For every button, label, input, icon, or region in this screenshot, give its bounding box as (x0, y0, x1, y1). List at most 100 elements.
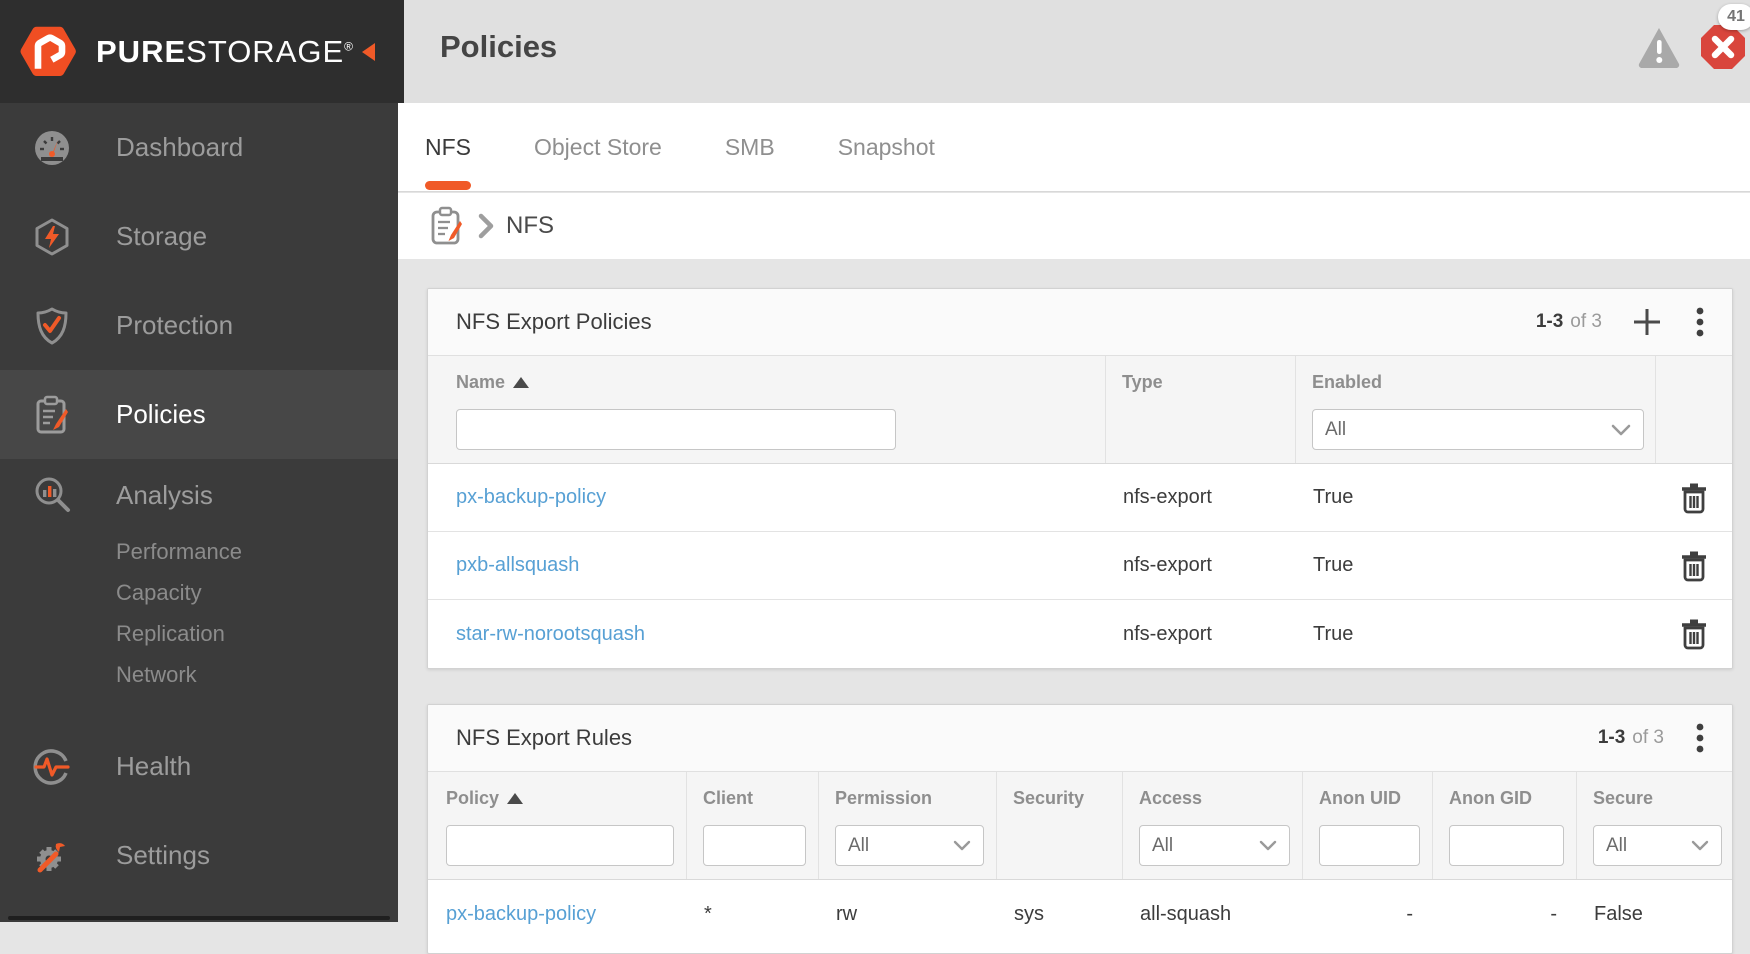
column-anon-gid: Anon GID (1433, 772, 1577, 879)
cell-enabled: True (1296, 486, 1656, 509)
table-row: star-rw-norootsquash nfs-export True (428, 600, 1732, 668)
permission-filter-select[interactable]: All (835, 825, 984, 866)
row-count-total: of 3 (1570, 311, 1602, 333)
sort-ascending-icon[interactable] (513, 377, 529, 388)
anon-gid-filter-input[interactable] (1449, 825, 1564, 866)
sidebar-item-storage[interactable]: Storage (0, 192, 398, 281)
table-row: px-backup-policy * rw sys all-squash - -… (428, 880, 1732, 948)
sidebar-item-protection[interactable]: Protection (0, 281, 398, 370)
policy-link[interactable]: pxb-allsquash (456, 554, 579, 576)
logo-pure: PURE (96, 34, 186, 69)
cell-type: nfs-export (1106, 554, 1296, 577)
column-label[interactable]: Permission (835, 788, 932, 809)
column-name: Name (428, 356, 1106, 463)
warning-icon[interactable] (1636, 25, 1682, 69)
column-access: Access All (1123, 772, 1303, 879)
tab-object-store[interactable]: Object Store (534, 103, 662, 191)
sidebar-item-policies[interactable]: Policies (0, 370, 398, 459)
client-filter-input[interactable] (703, 825, 806, 866)
storage-hexagon-icon (32, 217, 72, 257)
policy-link[interactable]: star-rw-norootsquash (456, 623, 645, 645)
sidebar-subitem-label: Capacity (116, 580, 202, 606)
access-filter-select[interactable]: All (1139, 825, 1290, 866)
chevron-down-icon (1691, 840, 1709, 851)
sidebar-item-health[interactable]: Health (0, 722, 398, 811)
panel-menu-button[interactable] (1690, 305, 1710, 339)
sidebar-item-settings[interactable]: Settings (0, 811, 398, 900)
sidebar: PURESTORAGE® Dashboard Storage (0, 0, 398, 922)
column-label[interactable]: Access (1139, 788, 1202, 809)
page-header: Policies 41 (398, 0, 1750, 103)
tab-label: Snapshot (838, 134, 935, 161)
column-label[interactable]: Security (1013, 788, 1084, 809)
sidebar-subitem-performance[interactable]: Performance (0, 531, 398, 572)
secure-filter-select[interactable]: All (1593, 825, 1722, 866)
column-type: Type (1106, 356, 1296, 463)
cell-access: all-squash (1123, 903, 1303, 926)
content-area: NFS Export Policies 1-3 of 3 Name Type E… (398, 259, 1750, 922)
table-row: pxb-allsquash nfs-export True (428, 532, 1732, 600)
column-label[interactable]: Type (1122, 372, 1163, 393)
column-label[interactable]: Secure (1593, 788, 1653, 809)
row-count: 1-3 (1536, 311, 1563, 333)
magnifier-chart-icon (32, 475, 72, 515)
cell-anon-uid: - (1303, 903, 1433, 926)
sidebar-collapse-icon[interactable] (362, 43, 375, 61)
chevron-down-icon (1259, 840, 1277, 851)
sort-ascending-icon[interactable] (507, 793, 523, 804)
sidebar-item-analysis[interactable]: Analysis (0, 459, 398, 531)
column-label[interactable]: Anon UID (1319, 788, 1401, 809)
anon-uid-filter-input[interactable] (1319, 825, 1420, 866)
sidebar-subitem-replication[interactable]: Replication (0, 613, 398, 654)
policy-link[interactable]: px-backup-policy (456, 486, 606, 508)
sidebar-subitem-label: Performance (116, 539, 242, 565)
cell-enabled: True (1296, 554, 1656, 577)
column-security: Security (997, 772, 1123, 879)
chevron-down-icon (953, 840, 971, 851)
critical-alert-icon[interactable] (1700, 24, 1746, 70)
clipboard-pencil-icon[interactable] (430, 206, 464, 246)
panel-title: NFS Export Rules (456, 725, 632, 751)
tab-nfs[interactable]: NFS (425, 103, 471, 191)
delete-icon[interactable] (1680, 618, 1708, 650)
sidebar-subitem-network[interactable]: Network (0, 654, 398, 695)
horizontal-scrollbar[interactable] (8, 916, 390, 920)
selected-value: All (1325, 419, 1346, 441)
column-label[interactable]: Name (456, 372, 505, 393)
kebab-menu-icon (1696, 722, 1704, 754)
add-policy-button[interactable] (1630, 305, 1664, 339)
column-label[interactable]: Anon GID (1449, 788, 1532, 809)
tab-smb[interactable]: SMB (725, 103, 775, 191)
delete-icon[interactable] (1680, 550, 1708, 582)
delete-icon[interactable] (1680, 482, 1708, 514)
tab-label: NFS (425, 134, 471, 161)
name-filter-input[interactable] (456, 409, 896, 450)
nfs-export-rules-panel: NFS Export Rules 1-3 of 3 Policy Client … (427, 704, 1733, 954)
cell-enabled: True (1296, 623, 1656, 646)
column-label[interactable]: Policy (446, 788, 499, 809)
sidebar-item-dashboard[interactable]: Dashboard (0, 103, 398, 192)
policy-filter-input[interactable] (446, 825, 674, 866)
cell-permission: rw (819, 903, 997, 926)
column-label[interactable]: Client (703, 788, 753, 809)
sidebar-subitem-capacity[interactable]: Capacity (0, 572, 398, 613)
column-enabled: Enabled All (1296, 356, 1656, 463)
cell-type: nfs-export (1106, 486, 1296, 509)
row-count: 1-3 (1598, 727, 1625, 749)
nfs-export-policies-panel: NFS Export Policies 1-3 of 3 Name Type E… (427, 288, 1733, 669)
breadcrumb: NFS (398, 193, 1750, 259)
sidebar-item-label: Storage (116, 221, 207, 252)
sidebar-item-label: Health (116, 751, 191, 782)
sidebar-item-label: Protection (116, 310, 233, 341)
gauge-icon (32, 128, 72, 168)
sidebar-nav: Dashboard Storage Protection Policies (0, 103, 398, 900)
panel-menu-button[interactable] (1690, 721, 1710, 755)
policy-link[interactable]: px-backup-policy (446, 903, 596, 925)
sidebar-item-label: Dashboard (116, 132, 243, 163)
pulse-icon (32, 747, 72, 787)
kebab-menu-icon (1696, 306, 1704, 338)
enabled-filter-select[interactable]: All (1312, 409, 1644, 450)
purestorage-logo-icon (20, 22, 80, 82)
tab-snapshot[interactable]: Snapshot (838, 103, 935, 191)
column-label[interactable]: Enabled (1312, 372, 1382, 393)
